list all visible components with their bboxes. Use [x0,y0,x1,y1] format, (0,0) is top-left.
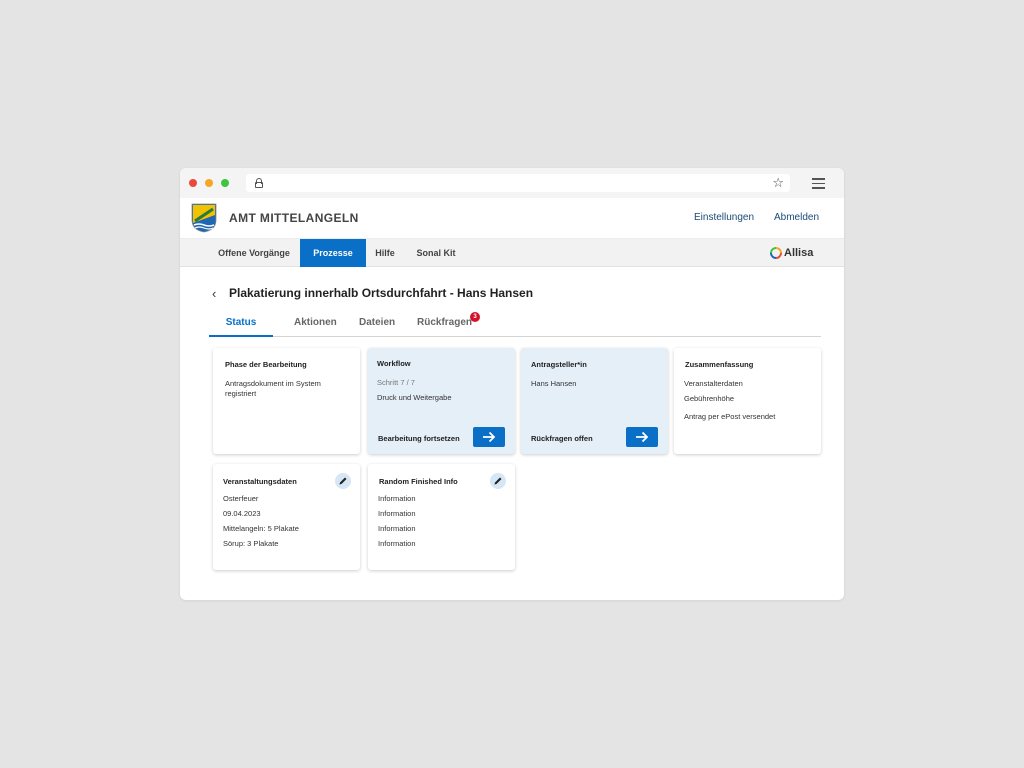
info-line: Information [378,494,416,503]
minimize-window-button[interactable] [205,179,213,187]
tab-status[interactable]: Status [209,317,273,337]
card-antragsteller-name: Hans Hansen [531,379,577,388]
rueckfragen-count-badge: 3 [470,312,480,322]
card-veranstaltungsdaten: Veranstaltungsdaten Osterfeuer 09.04.202… [213,464,360,570]
browser-window: ☆ AMT MITTELANGELN Einstellungen Abmelde… [180,168,844,600]
info-line: Information [378,539,416,548]
summary-line: Antrag per ePost versendet [684,412,776,421]
pencil-icon [339,477,347,485]
card-antragsteller: Antragsteller*in Hans Hansen Rückfragen … [521,348,668,454]
edit-random-info-button[interactable] [490,473,506,489]
tab-rueckfragen[interactable]: Rückfragen [417,317,472,336]
info-line: Information [378,509,416,518]
tab-dateien[interactable]: Dateien [359,317,395,336]
browser-chrome: ☆ [180,168,844,198]
settings-link[interactable]: Einstellungen [694,212,754,223]
event-data-line: 09.04.2023 [223,509,261,518]
main-nav: Offene Vorgänge Prozesse Hilfe Sonal Kit… [180,239,844,267]
address-bar[interactable]: ☆ [246,174,790,192]
nav-item-prozesse[interactable]: Prozesse [300,239,366,267]
card-workflow-step-name: Druck und Weitergabe [377,393,452,402]
brand-name: AMT MITTELANGELN [229,211,359,225]
card-workflow-step: Schritt 7 / 7 [377,378,415,387]
card-phase-title: Phase der Bearbeitung [225,360,307,369]
app-header: AMT MITTELANGELN Einstellungen Abmelden [180,198,844,239]
allisa-logo: Allisa [770,246,813,260]
pencil-icon [494,477,502,485]
event-data-line: Mittelangeln: 5 Plakate [223,524,299,533]
card-veranstaltungsdaten-title: Veranstaltungsdaten [223,477,297,486]
card-phase: Phase der Bearbeitung Antragsdokument im… [213,348,360,454]
event-data-line: Osterfeuer [223,494,259,503]
maximize-window-button[interactable] [221,179,229,187]
edit-veranstaltungsdaten-button[interactable] [335,473,351,489]
card-random-finished-info: Random Finished Info Information Informa… [368,464,515,570]
back-chevron-icon[interactable]: ‹ [212,286,216,301]
card-phase-text: Antragsdokument im System registriert [225,379,321,398]
arrow-right-icon [483,431,496,443]
lock-icon [255,178,263,188]
nav-item-hilfe[interactable]: Hilfe [368,239,402,267]
tab-aktionen[interactable]: Aktionen [294,317,337,336]
card-zusammenfassung: Zusammenfassung Veranstalterdaten Gebühr… [674,348,821,454]
bookmark-star-icon[interactable]: ☆ [772,175,784,191]
municipal-crest-logo [191,203,217,233]
close-window-button[interactable] [189,179,197,187]
summary-line: Veranstalterdaten [684,379,743,388]
continue-processing-link[interactable]: Bearbeitung fortsetzen [378,434,460,443]
card-antragsteller-title: Antragsteller*in [531,360,587,369]
card-workflow: Workflow Schritt 7 / 7 Druck und Weiterg… [368,348,515,454]
card-random-finished-info-title: Random Finished Info [379,477,458,486]
continue-processing-button[interactable] [473,427,505,447]
info-line: Information [378,524,416,533]
card-zusammenfassung-title: Zusammenfassung [685,360,754,369]
open-queries-button[interactable] [626,427,658,447]
page-title: Plakatierung innerhalb Ortsdurchfahrt - … [229,286,534,300]
event-data-line: Sörup: 3 Plakate [223,539,279,548]
arrow-right-icon [636,431,649,443]
allisa-logo-text: Allisa [784,247,814,259]
open-queries-link[interactable]: Rückfragen offen [531,434,593,443]
card-workflow-title: Workflow [377,359,411,368]
allisa-ring-icon [770,247,782,259]
summary-line: Gebührenhöhe [684,394,735,403]
nav-item-offene-vorgaenge[interactable]: Offene Vorgänge [214,239,294,267]
hamburger-menu-icon[interactable] [812,178,825,192]
tab-bar: Status Aktionen Dateien Rückfragen 3 [209,312,821,337]
nav-item-sonal-kit[interactable]: Sonal Kit [410,239,462,267]
logout-link[interactable]: Abmelden [774,212,819,223]
